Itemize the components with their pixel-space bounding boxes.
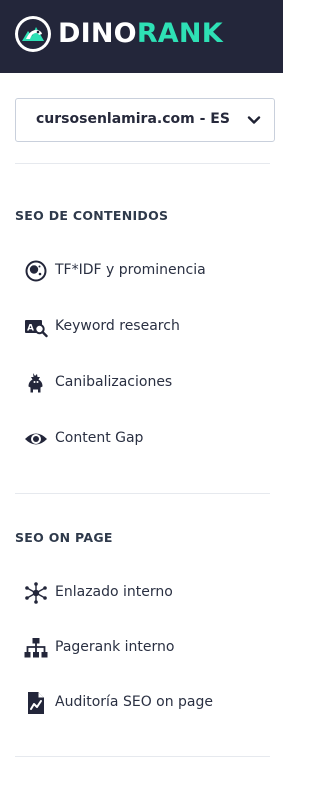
project-select[interactable]: cursosenlamira.com - ES	[15, 98, 275, 142]
nav-item-label: Content Gap	[55, 430, 144, 446]
nav-item-label: Auditoría SEO on page	[55, 694, 214, 710]
chevron-down-icon	[247, 116, 261, 124]
divider	[15, 756, 270, 757]
nav-item-content-gap[interactable]: Content Gap	[24, 425, 264, 453]
divider	[15, 493, 270, 494]
brand-name-part1: DINO	[58, 18, 137, 49]
section-title-seo-on-page: SEO ON PAGE	[15, 530, 113, 545]
nav-item-label: Canibalizaciones	[55, 374, 173, 390]
keyword-search-icon: A	[25, 320, 48, 338]
nav-item-label: Keyword research	[55, 318, 180, 334]
nav-item-keyword-research[interactable]: A Keyword research	[24, 313, 264, 341]
nav-item-label: Pagerank interno	[55, 639, 175, 655]
top-bar: DINORANK	[0, 0, 283, 73]
brand-logo-text[interactable]: DINORANK	[58, 16, 223, 52]
eye-icon	[25, 433, 47, 445]
dinorank-logo-icon[interactable]	[14, 15, 52, 53]
nav-item-label: TF*IDF y prominencia	[55, 262, 206, 278]
nav-item-auditoria-seo[interactable]: Auditoría SEO on page	[24, 689, 264, 717]
sitemap-icon	[24, 638, 48, 658]
audit-document-icon	[28, 692, 44, 714]
nav-item-pagerank-interno[interactable]: Pagerank interno	[24, 634, 264, 662]
nav-item-enlazado-interno[interactable]: Enlazado interno	[24, 579, 264, 607]
nav-item-label: Enlazado interno	[55, 584, 173, 600]
section-title-seo-contenidos: SEO DE CONTENIDOS	[15, 208, 169, 223]
dinosaur-icon	[28, 373, 43, 393]
project-select-value: cursosenlamira.com - ES	[36, 111, 230, 127]
svg-text:A: A	[27, 324, 34, 334]
brand-name-part2: RANK	[136, 18, 223, 49]
nav-item-tfidf[interactable]: TF*IDF y prominencia	[24, 257, 264, 285]
tfidf-icon	[25, 260, 47, 282]
nav-item-canibalizaciones[interactable]: Canibalizaciones	[24, 369, 264, 397]
divider	[15, 163, 270, 164]
network-icon	[25, 582, 47, 604]
